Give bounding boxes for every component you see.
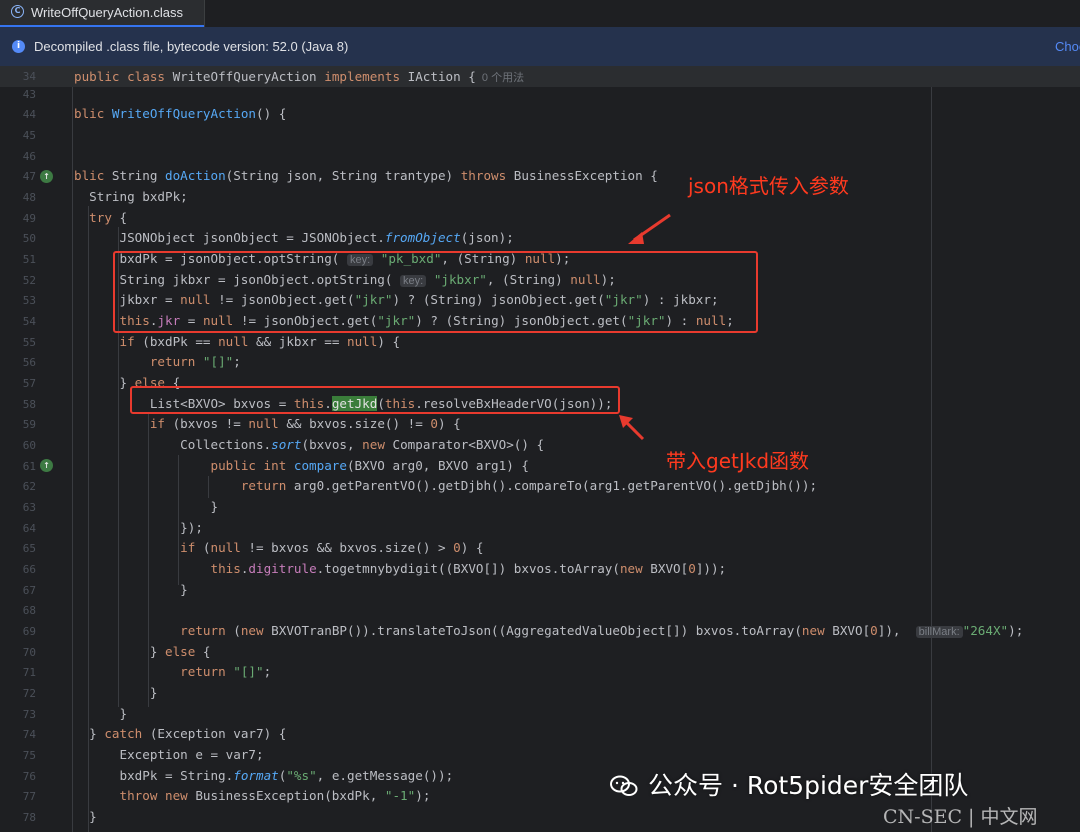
info-icon: i [12,40,25,53]
choose-sources-link[interactable]: Choose Sources... [1055,38,1080,55]
code-line: blic WriteOffQueryAction() { [74,106,287,121]
line-number: 63 [22,501,36,514]
code-line: Collections.sort(bxvos, new Comparator<B… [74,437,545,452]
line-number: 59 [22,418,36,431]
code-line: } [74,809,97,824]
getjkd-highlight-box [130,386,620,414]
code-line: } [74,582,188,597]
decompiled-info-bar: i Decompiled .class file, bytecode versi… [0,27,1080,67]
line-number: 47 [22,170,36,183]
code-line: this.digitrule.togetmnybydigit((BXVO[]) … [210,561,727,576]
line-number: 75 [22,749,36,762]
line-number: 58 [22,398,36,411]
code-line: Exception e = var7; [74,747,264,762]
line-number: 55 [22,336,36,349]
line-number: 67 [22,584,36,597]
annotation-arrow-icon [628,213,671,244]
code-line: throw new BusinessException(bxdPk, "-1")… [119,788,431,803]
code-line: return "[]"; [180,664,272,679]
line-number: 51 [22,253,36,266]
code-line: blic String doAction(String json, String… [74,168,658,183]
wechat-watermark: 公众号 · Rot5pider安全团队 [610,771,968,801]
json-params-highlight-box [113,251,758,333]
class-file-icon: C [11,5,24,18]
code-line: }); [74,520,203,535]
line-number: 71 [22,666,36,679]
line-number: 43 [22,88,36,101]
line-number: 68 [22,604,36,617]
line-number: 62 [22,480,36,493]
line-number: 44 [22,108,36,121]
indent-guide [72,87,73,832]
line-number: 76 [22,770,36,783]
line-number: 60 [22,439,36,452]
line-number: 72 [22,687,36,700]
code-line: try { [89,210,128,225]
code-line: } [74,706,128,721]
tab-label: WriteOffQueryAction.class [31,5,183,20]
sticky-class-header: 34 public class WriteOffQueryAction impl… [0,66,1080,88]
tab-divider [204,0,205,27]
code-line: return (new BXVOTranBP()).translateToJso… [180,623,1024,638]
code-line: } [74,685,158,700]
override-marker-icon[interactable]: ↑ [40,170,53,183]
code-line: if (null != bxvos && bxvos.size() > 0) { [180,540,484,555]
line-number: 61 [22,460,36,473]
cnsec-watermark: CN-SEC | 中文网 [883,806,1038,828]
line-number: 54 [22,315,36,328]
watermark-text: 公众号 · Rot5pider安全团队 [648,771,969,800]
line-number: 53 [22,294,36,307]
code-line: if (bxvos != null && bxvos.size() != 0) … [149,416,461,431]
code-line: String bxdPk; [74,189,188,204]
code-line: return arg0.getParentVO().getDjbh().comp… [240,478,818,493]
line-number: 64 [22,522,36,535]
line-number: 48 [22,191,36,204]
code-line: public int compare(BXVO arg0, BXVO arg1)… [210,458,529,473]
code-line: } else { [74,644,211,659]
line-number: 77 [22,790,36,803]
right-margin-guide [931,87,932,832]
line-number: 56 [22,356,36,369]
code-line: bxdPk = String.format("%s", e.getMessage… [74,768,454,783]
line-number: 49 [22,212,36,225]
code-line: if (bxdPk == null && jkbxr == null) { [119,334,401,349]
code-line: } catch (Exception var7) { [74,726,287,741]
line-number: 50 [22,232,36,245]
code-line: JSONObject jsonObject = JSONObject.fromO… [74,230,514,245]
param-hint: billMark: [915,626,963,638]
decompiled-info-text: Decompiled .class file, bytecode version… [34,39,349,54]
line-number: 52 [22,274,36,287]
line-number: 74 [22,728,36,741]
annotation-arrow-icon [619,415,645,441]
annotation-getjkd: 带入getJkd函数 [666,449,810,473]
tab-writeoffqueryaction-class[interactable]: C WriteOffQueryAction.class [0,0,204,27]
code-line: return "[]"; [149,354,241,369]
line-number: 70 [22,646,36,659]
editor-tab-bar: C WriteOffQueryAction.class [0,0,1080,28]
wechat-icon [610,775,638,796]
line-number: 73 [22,708,36,721]
annotation-json-params: json格式传入参数 [688,174,849,198]
class-declaration: public class WriteOffQueryAction impleme… [74,69,525,84]
line-number: 66 [22,563,36,576]
line-number: 45 [22,129,36,142]
line-number: 57 [22,377,36,390]
line-number: 69 [22,625,36,638]
line-number: 46 [22,150,36,163]
usages-hint[interactable]: 0 个用法 [482,72,524,84]
line-number: 78 [22,811,36,824]
override-marker-icon[interactable]: ↑ [40,459,53,472]
code-line: } [74,499,219,514]
line-number: 65 [22,542,36,555]
